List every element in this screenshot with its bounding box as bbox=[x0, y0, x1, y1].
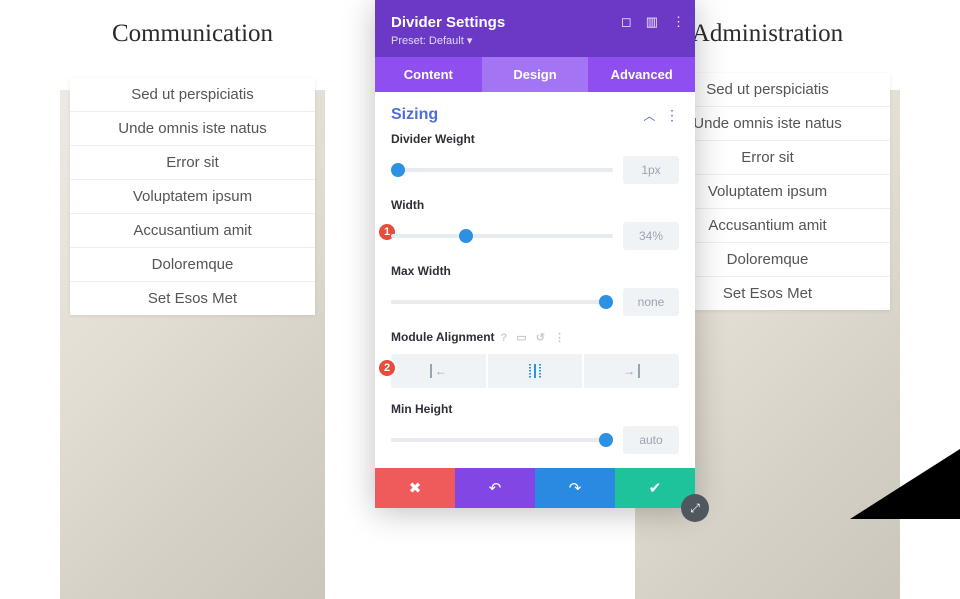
column-communication: Communication Sed ut perspiciatis Unde o… bbox=[55, 20, 330, 519]
settings-modal: Divider Settings Preset: Default ▾ ◻ ▥ ⋮… bbox=[375, 0, 695, 508]
resize-handle[interactable]: ⤢ bbox=[681, 494, 709, 522]
modal-header[interactable]: Divider Settings Preset: Default ▾ ◻ ▥ ⋮ bbox=[375, 0, 695, 57]
panel-sizing: Sizing ︿ ⋮ Divider Weight 1px 1 Width 34… bbox=[375, 92, 695, 468]
tabs: Content Design Advanced bbox=[375, 57, 695, 92]
control-max-width: Max Width none bbox=[391, 264, 679, 316]
tab-content[interactable]: Content bbox=[375, 57, 482, 92]
control-label: Width bbox=[391, 198, 679, 212]
label-hint-icons[interactable]: ? ▭ ↺ ⋮ bbox=[501, 331, 569, 344]
align-right-button[interactable]: → bbox=[582, 354, 679, 388]
preset-selector[interactable]: Preset: Default ▾ bbox=[391, 34, 679, 47]
responsive-icon[interactable]: ◻ bbox=[621, 14, 632, 30]
control-label: Module Alignment bbox=[391, 330, 495, 344]
more-icon[interactable]: ⋮ bbox=[672, 14, 685, 30]
modal-footer: ✖ ↶ ↷ ✔ bbox=[375, 468, 695, 508]
value-maxwidth[interactable]: none bbox=[623, 288, 679, 316]
list-item[interactable]: Unde omnis iste natus bbox=[70, 112, 315, 146]
undo-button[interactable]: ↶ bbox=[455, 468, 535, 508]
tab-design[interactable]: Design bbox=[482, 57, 589, 92]
slider-maxwidth[interactable] bbox=[391, 300, 613, 304]
slider-width[interactable] bbox=[391, 234, 613, 238]
list-item[interactable]: Doloremque bbox=[70, 248, 315, 282]
slider-minheight[interactable] bbox=[391, 438, 613, 442]
list-item[interactable]: Accusantium amit bbox=[70, 214, 315, 248]
control-min-height: Min Height auto bbox=[391, 402, 679, 454]
collapse-icon[interactable]: ︿ bbox=[643, 109, 655, 123]
callout-badge-2: 2 bbox=[377, 358, 397, 378]
value-weight[interactable]: 1px bbox=[623, 156, 679, 184]
list-item[interactable]: Voluptatem ipsum bbox=[70, 180, 315, 214]
control-label: Min Height bbox=[391, 402, 679, 416]
control-alignment: 2 Module Alignment ? ▭ ↺ ⋮ ← → bbox=[391, 330, 679, 388]
columns-icon[interactable]: ▥ bbox=[646, 14, 658, 30]
corner-wedge bbox=[850, 449, 960, 519]
control-label: Max Width bbox=[391, 264, 679, 278]
column-title: Communication bbox=[55, 20, 330, 48]
align-center-button[interactable] bbox=[486, 354, 583, 388]
section-title[interactable]: Sizing bbox=[391, 106, 438, 124]
slider-weight[interactable] bbox=[391, 168, 613, 172]
control-width: 1 Width 34% bbox=[391, 198, 679, 250]
list: Sed ut perspiciatis Unde omnis iste natu… bbox=[70, 78, 315, 315]
list-item[interactable]: Sed ut perspiciatis bbox=[70, 78, 315, 112]
tab-advanced[interactable]: Advanced bbox=[588, 57, 695, 92]
align-left-button[interactable]: ← bbox=[391, 354, 486, 388]
control-label: Divider Weight bbox=[391, 132, 679, 146]
alignment-segmented: ← → bbox=[391, 354, 679, 388]
list-item[interactable]: Set Esos Met bbox=[70, 282, 315, 315]
redo-button[interactable]: ↷ bbox=[535, 468, 615, 508]
value-minheight[interactable]: auto bbox=[623, 426, 679, 454]
section-menu-icon[interactable]: ⋮ bbox=[665, 107, 679, 123]
control-divider-weight: Divider Weight 1px bbox=[391, 132, 679, 184]
value-width[interactable]: 34% bbox=[623, 222, 679, 250]
callout-badge-1: 1 bbox=[377, 222, 397, 242]
close-button[interactable]: ✖ bbox=[375, 468, 455, 508]
list-item[interactable]: Error sit bbox=[70, 146, 315, 180]
